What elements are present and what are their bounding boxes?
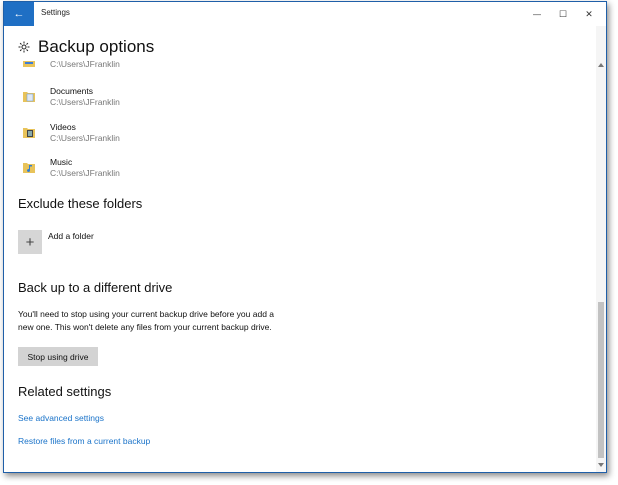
folder-path: C:\Users\JFranklin [50,97,120,107]
restore-files-link[interactable]: Restore files from a current backup [18,436,150,446]
related-settings-title: Related settings [18,384,112,399]
back-arrow-icon: ← [13,8,25,20]
plus-icon: + [25,233,35,251]
scrollbar-thumb[interactable] [598,302,604,458]
window-title: Settings [41,8,70,17]
close-button[interactable]: ✕ [576,2,602,26]
settings-window: ← Settings — ☐ ✕ Backup options C:\Users… [3,1,607,473]
vertical-scrollbar[interactable] [596,26,606,472]
folder-name: Documents [50,86,93,96]
folder-path: C:\Users\JFranklin [50,133,120,143]
documents-folder-icon [23,92,35,102]
gear-icon [18,41,30,53]
folder-path: C:\Users\JFranklin [50,168,120,178]
advanced-settings-link[interactable]: See advanced settings [18,413,104,423]
back-button[interactable]: ← [4,2,34,26]
folder-name: Videos [50,122,76,132]
page-header: Backup options [18,37,154,57]
add-folder-label[interactable]: Add a folder [48,231,94,241]
music-folder-icon [23,163,35,173]
minimize-icon: — [533,9,541,19]
folder-item[interactable]: C:\Users\JFranklin [22,59,120,73]
videos-folder-icon [23,128,35,138]
maximize-icon: ☐ [558,8,568,19]
folder-name: Music [50,157,73,167]
drive-section-title: Back up to a different drive [18,280,173,295]
folder-icon [23,61,35,67]
drive-description: You'll need to stop using your current b… [18,309,275,332]
add-folder-button[interactable]: + [18,230,42,254]
folder-path: C:\Users\JFranklin [50,59,120,69]
folder-item[interactable]: Documents C:\Users\JFranklin [22,86,120,108]
close-icon: ✕ [585,8,593,19]
title-bar: ← Settings — ☐ ✕ [4,2,606,26]
folder-item[interactable]: Music C:\Users\JFranklin [22,157,120,179]
exclude-section-title: Exclude these folders [18,196,143,211]
scroll-up-icon[interactable] [596,60,606,70]
folder-item[interactable]: Videos C:\Users\JFranklin [22,122,120,144]
settings-content: Backup options C:\Users\JFranklin Docume… [4,26,596,472]
minimize-button[interactable]: — [524,2,550,26]
scroll-down-icon[interactable] [596,460,606,470]
maximize-button[interactable]: ☐ [550,2,576,26]
page-title: Backup options [38,37,155,56]
stop-using-drive-button[interactable]: Stop using drive [18,347,98,366]
